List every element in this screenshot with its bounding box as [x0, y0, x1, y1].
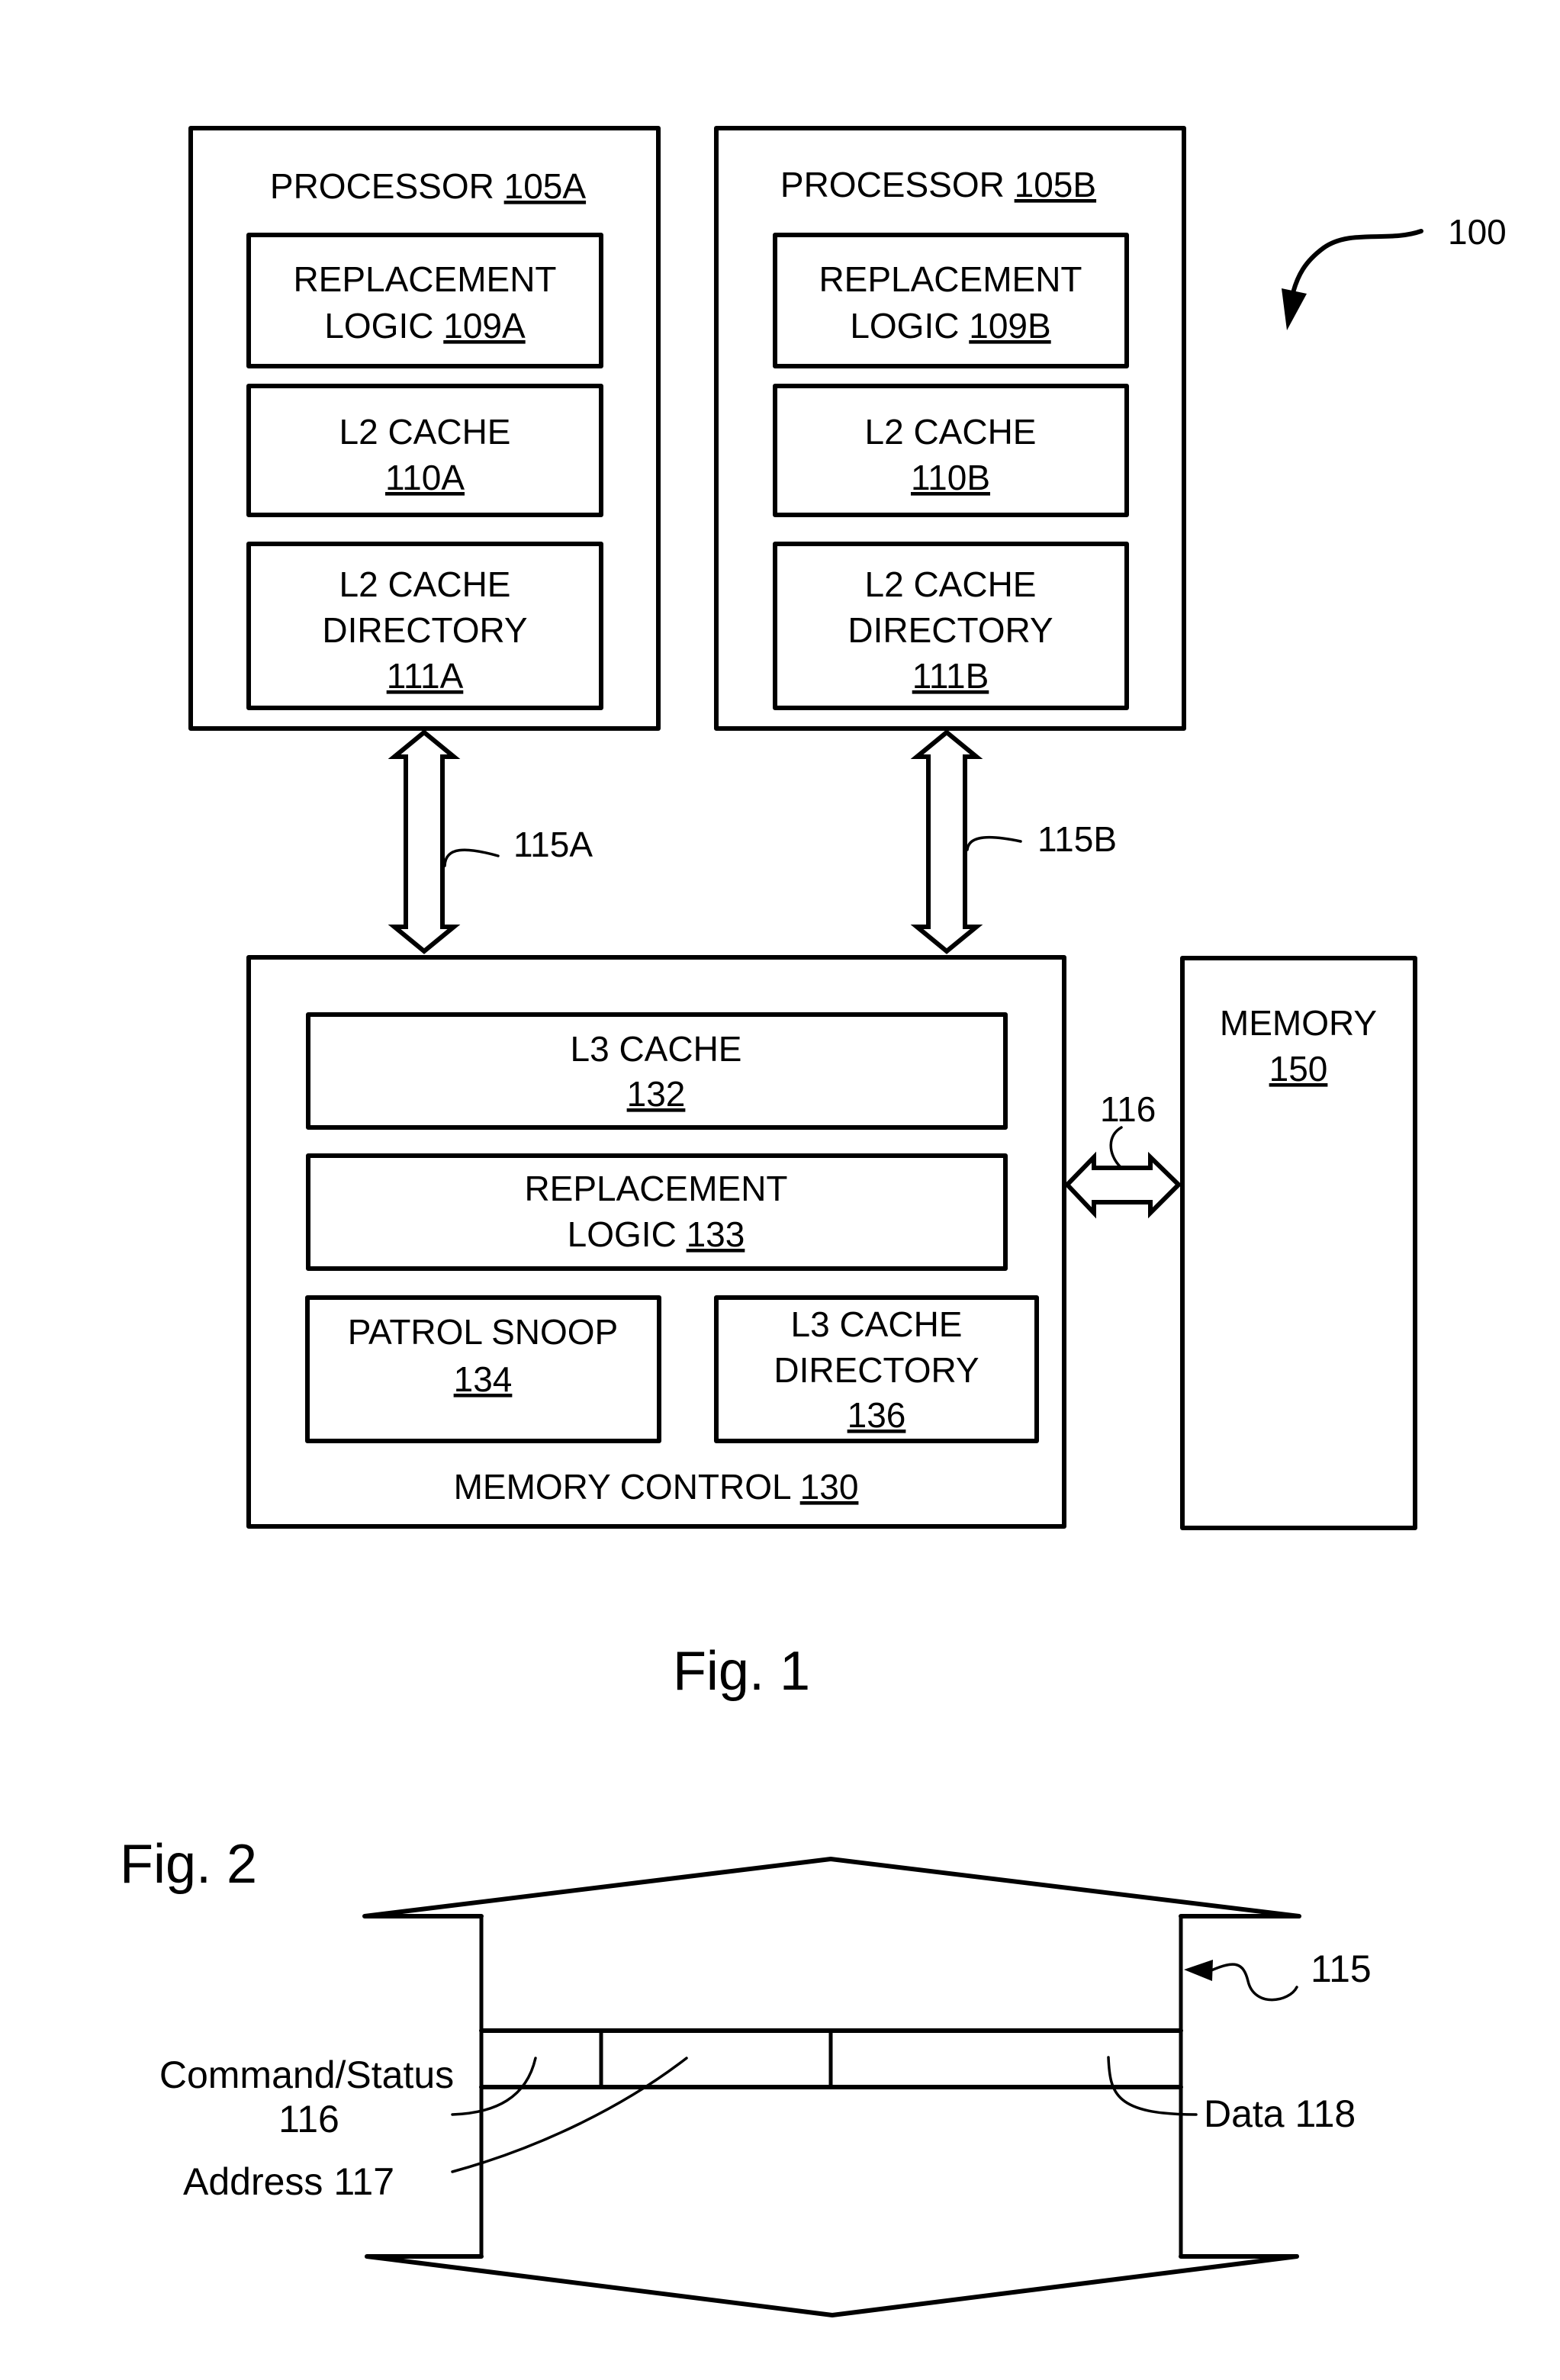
memory-bus-double-arrow-icon	[1063, 1151, 1182, 1219]
bus-115b-leader	[966, 835, 1022, 851]
bus-115b: 115B	[910, 729, 1117, 954]
replacement-logic-a-label: LOGIC	[324, 306, 443, 346]
l3-directory-ref: 136	[848, 1395, 906, 1435]
patrol-snoop-line1: PATROL SNOOP	[348, 1312, 618, 1352]
processor-b-ref: 105B	[1015, 165, 1096, 204]
replacement-logic-a-ref: 109A	[443, 306, 526, 346]
memory-ref: 150	[1269, 1049, 1328, 1089]
memory-bus-leader	[1109, 1126, 1123, 1168]
figure-1: PROCESSOR 105A REPLACEMENT LOGIC 109A L2…	[188, 126, 1507, 1702]
command-status-ref: 116	[278, 2098, 339, 2140]
memory-control-ref: 130	[800, 1467, 859, 1507]
bus-bottom-arrowhead	[365, 2254, 1299, 2317]
processor-b: PROCESSOR 105B REPLACEMENT LOGIC 109B L2…	[714, 126, 1186, 731]
memory-control: L3 CACHE 132 REPLACEMENT LOGIC 133 PATRO…	[246, 955, 1066, 1529]
data-label: Data 118	[1204, 2092, 1356, 2135]
replacement-logic-133-line2: LOGIC 133	[568, 1214, 745, 1254]
l3-cache-ref: 132	[627, 1074, 686, 1114]
replacement-logic-a-line2: LOGIC 109A	[324, 306, 526, 346]
figure-2-caption: Fig. 2	[120, 1834, 257, 1895]
replacement-logic-b-ref: 109B	[969, 306, 1050, 346]
bus-115a-leader	[443, 848, 500, 867]
l2-cache-b-ref: 110B	[911, 458, 990, 497]
processor-b-title-text: PROCESSOR	[780, 165, 1015, 204]
processor-a-ref: 105A	[504, 166, 587, 206]
bus-115a-double-arrow-icon	[388, 729, 461, 954]
processor-a-title: PROCESSOR 105A	[270, 166, 586, 206]
replacement-logic-133-line1: REPLACEMENT	[524, 1169, 787, 1208]
address-leader	[451, 2057, 688, 2173]
bus-115a: 115A	[388, 729, 593, 954]
l2-directory-a-ref: 111A	[387, 656, 464, 696]
l2-directory-b-line1: L2 CACHE	[865, 564, 1037, 604]
system-ref-leader	[1289, 229, 1423, 301]
bus-115-diagram: 115 Command/Status 116 Address 117 Data …	[159, 1857, 1372, 2317]
bus-115b-label: 115B	[1037, 819, 1117, 859]
replacement-logic-a-box	[246, 233, 603, 368]
bus-115-arrowhead-icon	[1184, 1960, 1213, 1981]
processor-a: PROCESSOR 105A REPLACEMENT LOGIC 109A L2…	[188, 126, 661, 731]
processor-a-title-text: PROCESSOR	[270, 166, 504, 206]
system-reference: 100	[1282, 212, 1507, 330]
figure-1-caption: Fig. 1	[673, 1641, 810, 1702]
l2-directory-b-line2: DIRECTORY	[848, 610, 1053, 650]
l3-cache-line1: L3 CACHE	[571, 1029, 742, 1069]
l3-directory-line2: DIRECTORY	[774, 1350, 979, 1390]
l2-directory-a-line2: DIRECTORY	[322, 610, 527, 650]
bus-115-label: 115	[1311, 1947, 1372, 1990]
processor-b-title: PROCESSOR 105B	[780, 165, 1096, 204]
system-ref-arrowhead-icon	[1282, 288, 1307, 330]
command-status-label: Command/Status	[159, 2054, 454, 2096]
memory-bus-116: 116	[1063, 1089, 1182, 1219]
bus-115b-double-arrow-icon	[910, 729, 983, 954]
l3-directory-line1: L3 CACHE	[791, 1304, 963, 1344]
l2-directory-b-ref: 111B	[912, 656, 989, 696]
replacement-logic-b-label: LOGIC	[850, 306, 969, 346]
memory-bus-label: 116	[1100, 1089, 1156, 1129]
patent-drawing: PROCESSOR 105A REPLACEMENT LOGIC 109A L2…	[120, 126, 1507, 2317]
memory-box	[1180, 956, 1417, 1530]
l2-directory-a-line1: L2 CACHE	[339, 564, 511, 604]
replacement-logic-b-line2: LOGIC 109B	[850, 306, 1050, 346]
memory-title: MEMORY	[1220, 1003, 1377, 1043]
replacement-logic-133-ref: 133	[687, 1214, 745, 1254]
l2-cache-a-line1: L2 CACHE	[339, 412, 511, 452]
bus-115-leader	[1210, 1963, 1298, 2002]
replacement-logic-a-line1: REPLACEMENT	[293, 259, 556, 299]
replacement-logic-b-box	[773, 233, 1129, 368]
bus-top-arrowhead	[362, 1857, 1301, 1918]
patrol-snoop-ref: 134	[454, 1359, 513, 1399]
l2-cache-b-line1: L2 CACHE	[865, 412, 1037, 452]
address-label: Address 117	[183, 2160, 394, 2203]
replacement-logic-b-line1: REPLACEMENT	[819, 259, 1082, 299]
memory-control-title: MEMORY CONTROL 130	[454, 1467, 859, 1507]
bus-115a-label: 115A	[513, 825, 593, 864]
l2-cache-a-ref: 110A	[385, 458, 465, 497]
system-ref-label: 100	[1448, 212, 1507, 252]
memory-control-title-text: MEMORY CONTROL	[454, 1467, 800, 1507]
figure-2: Fig. 2 115 Command/Status 116 Address 11…	[120, 1834, 1372, 2317]
replacement-logic-133-label: LOGIC	[568, 1214, 687, 1254]
memory: MEMORY 150	[1180, 956, 1417, 1530]
